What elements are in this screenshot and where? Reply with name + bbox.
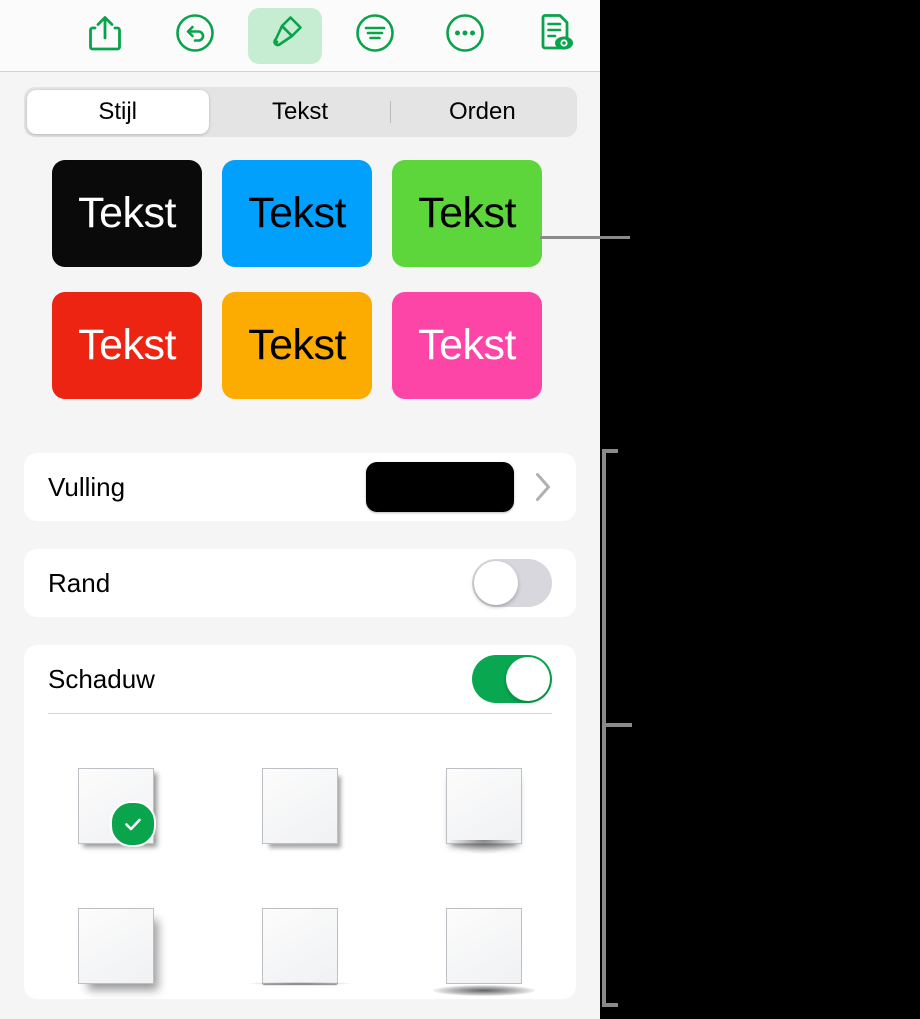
shadow-toggle[interactable] <box>472 655 552 703</box>
tab-bar-container: Stijl Tekst Orden <box>0 72 600 151</box>
share-icon <box>88 14 122 57</box>
tab-stijl-label: Stijl <box>98 97 137 125</box>
fill-row[interactable]: Vulling <box>24 453 576 521</box>
document-view-button[interactable] <box>518 8 592 64</box>
format-text-icon <box>355 13 395 58</box>
style-swatch-label: Tekst <box>78 321 176 369</box>
style-swatch-label: Tekst <box>418 321 516 369</box>
border-label: Rand <box>48 567 111 598</box>
shadow-style-option[interactable] <box>208 876 392 1016</box>
fill-color-swatch[interactable] <box>366 462 514 512</box>
format-text-button[interactable] <box>338 8 412 64</box>
document-view-icon <box>535 12 575 59</box>
tab-orden[interactable]: Orden <box>391 90 573 134</box>
share-button[interactable] <box>68 8 142 64</box>
tab-tekst-label: Tekst <box>271 97 328 125</box>
border-toggle-knob <box>474 561 518 605</box>
style-swatch[interactable]: Tekst <box>52 160 202 267</box>
tab-orden-label: Orden <box>448 97 516 125</box>
shadow-preview <box>433 908 535 996</box>
paintbrush-button[interactable] <box>248 7 322 64</box>
more-icon <box>445 13 485 58</box>
shadow-card: Schaduw <box>24 645 576 999</box>
undo-icon <box>175 13 215 58</box>
tab-stijl[interactable]: Stijl <box>26 89 209 134</box>
undo-button[interactable] <box>158 8 232 64</box>
callout-line <box>540 236 630 239</box>
shadow-style-option[interactable] <box>24 876 208 1016</box>
segmented-control: Stijl Tekst Orden <box>23 86 577 137</box>
style-swatch-label: Tekst <box>78 189 176 237</box>
shadow-label: Schaduw <box>48 663 155 694</box>
shadow-preview <box>249 908 351 985</box>
chevron-right-icon[interactable] <box>528 472 558 502</box>
shadow-style-option[interactable] <box>208 736 392 876</box>
shadow-style-option[interactable] <box>24 736 208 876</box>
tab-tekst[interactable]: Tekst <box>209 90 391 134</box>
toolbar <box>0 0 600 72</box>
shadow-preview <box>78 908 154 984</box>
shadow-style-option[interactable] <box>392 736 576 876</box>
style-swatch[interactable]: Tekst <box>222 292 372 399</box>
style-swatch-label: Tekst <box>248 189 346 237</box>
style-swatch[interactable]: Tekst <box>392 292 542 399</box>
format-panel: Stijl Tekst Orden Tekst Tekst Tekst Teks… <box>0 0 600 1019</box>
annotation-bracket <box>602 449 618 1007</box>
checkmark-icon <box>110 801 156 847</box>
border-toggle[interactable] <box>472 559 552 607</box>
shadow-toggle-knob <box>506 657 550 701</box>
shadow-preview <box>78 768 156 847</box>
shadow-preview <box>262 768 338 844</box>
style-swatch-label: Tekst <box>248 321 346 369</box>
shadow-style-option[interactable] <box>392 876 576 1016</box>
style-swatch-label: Tekst <box>418 189 516 237</box>
border-row[interactable]: Rand <box>24 549 576 617</box>
annotation-bracket-tick <box>606 723 632 727</box>
shadow-preview <box>446 768 522 854</box>
fill-label: Vulling <box>48 471 126 502</box>
paintbrush-icon <box>265 13 305 58</box>
more-button[interactable] <box>428 8 502 64</box>
style-swatch-grid: Tekst Tekst Tekst Tekst Tekst Tekst <box>0 160 600 424</box>
style-swatch[interactable]: Tekst <box>222 160 372 267</box>
style-swatch[interactable]: Tekst <box>392 160 542 267</box>
shadow-row[interactable]: Schaduw <box>24 645 576 713</box>
shadow-style-grid <box>24 714 576 1016</box>
style-swatch[interactable]: Tekst <box>52 292 202 399</box>
